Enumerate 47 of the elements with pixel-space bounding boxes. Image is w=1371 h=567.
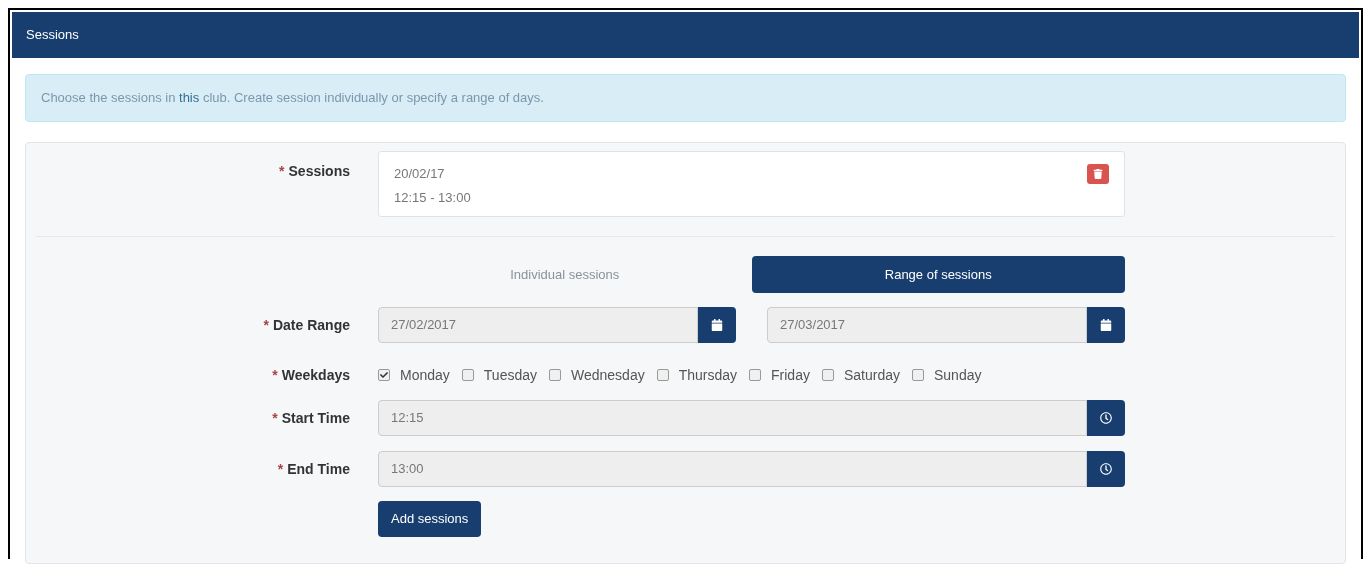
field-label: Sessions bbox=[288, 162, 350, 181]
info-text: Choose the sessions in this club. Create session individually or specify a range of days. bbox=[41, 89, 544, 108]
required-asterisk: * bbox=[272, 365, 278, 385]
calendar-button[interactable] bbox=[698, 307, 736, 343]
field-label: Date Range bbox=[272, 315, 350, 335]
weekday-label: Thursday bbox=[678, 365, 738, 385]
weekday-label: Wednesday bbox=[571, 365, 645, 385]
field-label: End Time bbox=[287, 459, 350, 479]
required-asterisk: * bbox=[279, 162, 285, 181]
weekday-checkbox[interactable] bbox=[378, 369, 390, 381]
add-sessions-button[interactable]: Add sessions bbox=[378, 501, 482, 537]
weekday-checkbox[interactable] bbox=[461, 369, 474, 381]
calendar-icon bbox=[711, 319, 723, 331]
check-icon bbox=[380, 371, 388, 379]
weekday-checkbox[interactable] bbox=[821, 369, 834, 381]
delete-button[interactable] bbox=[1087, 164, 1109, 184]
club-link[interactable]: this bbox=[179, 90, 200, 106]
weekday-label: Tuesday bbox=[483, 365, 537, 385]
calendar-button[interactable] bbox=[1087, 307, 1125, 343]
input-field[interactable]: 13:00 bbox=[378, 451, 1087, 487]
clock-icon bbox=[1100, 412, 1112, 424]
weekday-checkbox[interactable] bbox=[549, 369, 561, 381]
mode-tab[interactable]: Individual sessions bbox=[378, 256, 752, 293]
required-asterisk: * bbox=[263, 315, 269, 335]
required-asterisk: * bbox=[272, 408, 278, 428]
weekday-label: Friday bbox=[771, 365, 810, 385]
session-time: 12:15 - 13:00 bbox=[394, 188, 471, 207]
clock-icon bbox=[1100, 463, 1112, 475]
field-label: Start Time bbox=[281, 408, 350, 428]
mode-tab[interactable]: Range of sessions bbox=[751, 256, 1125, 293]
input-field[interactable]: 12:15 bbox=[378, 400, 1087, 436]
weekday-label: Monday bbox=[400, 365, 450, 385]
weekday-label: Saturday bbox=[843, 365, 900, 385]
clock-button[interactable] bbox=[1087, 451, 1125, 487]
calendar-icon bbox=[1100, 319, 1112, 331]
trash-icon bbox=[1093, 169, 1103, 179]
weekday-checkbox[interactable] bbox=[656, 369, 669, 381]
session-date: 20/02/17 bbox=[394, 165, 446, 183]
header-title: Sessions bbox=[26, 26, 79, 45]
input-field[interactable]: 27/03/2017 bbox=[767, 307, 1087, 343]
required-asterisk: * bbox=[277, 459, 284, 479]
weekday-label: Sunday bbox=[934, 365, 982, 385]
clock-button[interactable] bbox=[1087, 400, 1125, 436]
input-field[interactable]: 27/02/2017 bbox=[378, 307, 698, 343]
weekday-checkbox[interactable] bbox=[912, 369, 924, 381]
weekday-checkbox[interactable] bbox=[749, 369, 762, 381]
field-label: Weekdays bbox=[281, 365, 350, 385]
